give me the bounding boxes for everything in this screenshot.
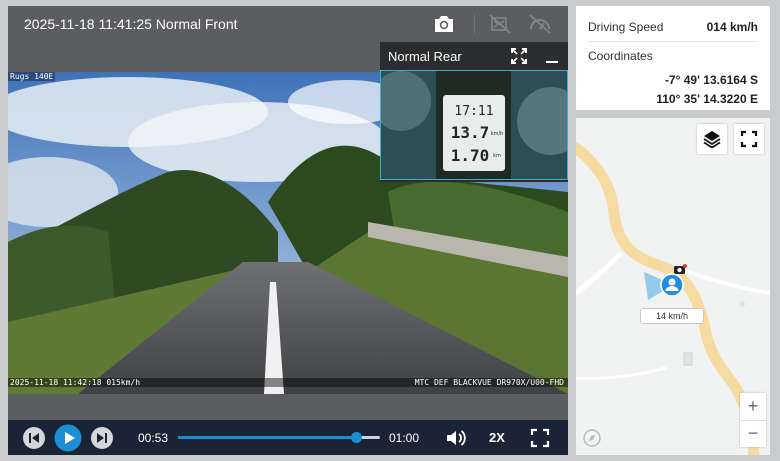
- compass-icon[interactable]: [583, 429, 601, 447]
- layers-button[interactable]: [697, 124, 727, 154]
- rear-camera-video[interactable]: 17:11 13.7 km/h 1.70 km: [380, 70, 568, 180]
- driving-speed-label: Driving Speed: [588, 20, 664, 34]
- video-header: 2025-11-18 11:41:25 Normal Front: [8, 6, 568, 42]
- total-time: 01:00: [389, 431, 420, 445]
- video-player: 2025-11-18 11:41:25 Normal Front Rugs 14…: [8, 6, 568, 455]
- volume-icon[interactable]: [445, 428, 467, 448]
- camera-off-icon[interactable]: [488, 13, 512, 35]
- gauge-distance: 1.70: [451, 146, 490, 165]
- map-view[interactable]: 14 km/h + −: [576, 118, 770, 455]
- gauge-distance-unit: km: [493, 153, 501, 159]
- vehicle-marker-icon[interactable]: [660, 264, 688, 300]
- longitude-value: 110° 35' 14.3220 E: [656, 92, 758, 106]
- coordinates-label: Coordinates: [588, 49, 653, 63]
- info-divider: [588, 41, 758, 42]
- driving-speed-value: 014 km/h: [706, 20, 758, 34]
- seek-handle[interactable]: [351, 432, 363, 443]
- playback-speed-button[interactable]: 2X: [489, 430, 505, 445]
- current-time: 00:53: [138, 431, 169, 445]
- playback-controls: 00:53 01:00 2X: [8, 420, 568, 455]
- video-title: 2025-11-18 11:41:25 Normal Front: [24, 16, 238, 32]
- latitude-value: -7° 49' 13.6164 S: [664, 73, 758, 87]
- play-button[interactable]: [54, 424, 82, 452]
- map-fullscreen-button[interactable]: [734, 124, 764, 154]
- video-osd-device: MTC DEF BLACKVUE DR970X/U00-FHD: [414, 378, 564, 387]
- gauge-speed: 13.7: [451, 123, 490, 142]
- rear-camera-pip[interactable]: Normal Rear 17:11 13.7 km/h 1.70 km: [380, 42, 568, 182]
- speedometer-off-icon[interactable]: [528, 13, 552, 35]
- seek-progress: [178, 436, 357, 439]
- rear-header: Normal Rear: [380, 42, 568, 70]
- minimize-icon[interactable]: [544, 47, 560, 65]
- gauge-time: 17:11: [454, 104, 493, 119]
- expand-icon[interactable]: [510, 47, 528, 65]
- header-divider: [474, 14, 475, 34]
- gauge-speed-unit: km/h: [491, 131, 504, 137]
- driving-info-card: Driving Speed 014 km/h Coordinates -7° 4…: [576, 6, 770, 110]
- video-osd-label: Rugs 140E: [8, 72, 56, 81]
- layers-icon: [703, 131, 721, 149]
- next-button[interactable]: [90, 426, 114, 450]
- zoom-in-button[interactable]: +: [740, 393, 766, 420]
- zoom-control: + −: [740, 393, 766, 447]
- fullscreen-icon[interactable]: [530, 428, 550, 448]
- zoom-out-button[interactable]: −: [740, 420, 766, 447]
- map-speed-tag: 14 km/h: [640, 308, 704, 324]
- rear-title: Normal Rear: [388, 49, 462, 64]
- camera-icon[interactable]: [432, 13, 456, 35]
- seek-bar[interactable]: [178, 432, 380, 443]
- video-osd-timestamp: 2025-11-18 11:42:18 015km/h: [10, 378, 141, 387]
- expand-icon: [740, 130, 758, 148]
- previous-button[interactable]: [22, 426, 46, 450]
